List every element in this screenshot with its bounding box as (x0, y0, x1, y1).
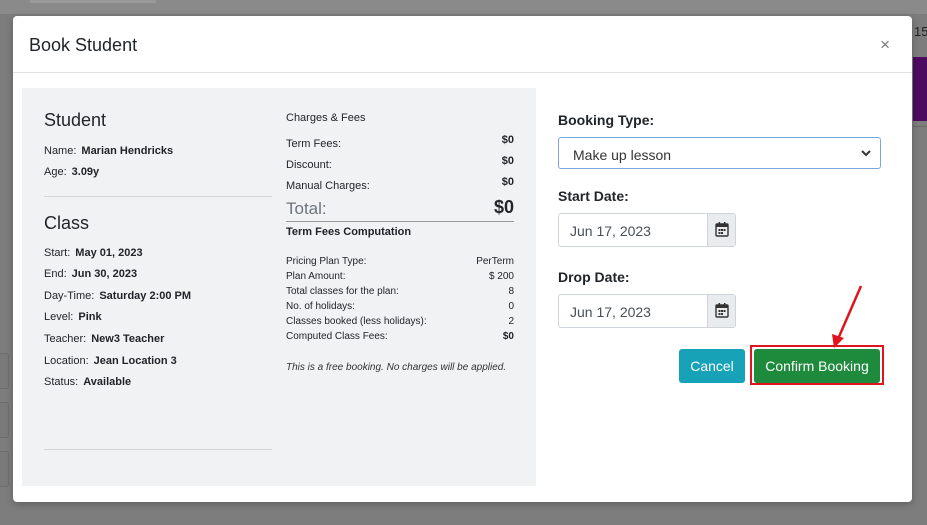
student-name: Name: Marian Hendricks (44, 145, 173, 157)
plan-row-label: Total classes for the plan: (286, 286, 399, 297)
divider (44, 449, 272, 450)
class-location-label: Location: (44, 355, 89, 367)
class-start-label: Start: (44, 247, 71, 259)
pricing-plan-type-row: Pricing Plan Type: PerTerm (286, 256, 514, 271)
student-heading: Student (44, 110, 107, 130)
holidays-row: No. of holidays: 0 (286, 301, 514, 316)
plan-amount-row: Plan Amount: $ 200 (286, 271, 514, 286)
calendar-icon[interactable] (707, 295, 735, 327)
computation-heading: Term Fees Computation (286, 226, 412, 238)
computed-fees-row: Computed Class Fees: $0 (286, 331, 514, 346)
summary-panel: Student Name: Marian Hendricks Age: 3.09y … (22, 88, 536, 486)
class-status: Status: Available (44, 376, 131, 388)
class-teacher-label: Teacher: (44, 333, 87, 345)
discount-value: $0 (501, 155, 514, 167)
class-day-time-value: Saturday 2:00 PM (99, 290, 192, 302)
drop-date-value: Jun 17, 2023 (570, 304, 651, 320)
booking-type-select[interactable]: Make up lesson (558, 137, 881, 169)
calendar-icon[interactable] (707, 214, 735, 246)
discount-label: Discount: (286, 159, 332, 171)
class-level-label: Level: (44, 311, 74, 323)
modal-header: Book Student × (13, 16, 912, 73)
plan-row-value: 8 (508, 286, 514, 297)
term-fees-value: $0 (501, 134, 514, 146)
plan-row-label: Plan Amount: (286, 271, 346, 282)
total-value: $0 (493, 197, 514, 217)
start-date-value: Jun 17, 2023 (570, 223, 651, 239)
class-end-label: End: (44, 268, 67, 280)
class-end: End: Jun 30, 2023 (44, 268, 137, 280)
student-name-label: Name: (44, 145, 77, 157)
class-location-value: Jean Location 3 (93, 355, 177, 367)
background-event-block (913, 57, 927, 121)
term-fees-row: Term Fees: $0 (286, 134, 514, 155)
drop-date-input[interactable]: Jun 17, 2023 (558, 294, 736, 328)
class-day-time-label: Day-Time: (44, 290, 95, 302)
background-side-tab (0, 402, 9, 438)
background-tab (30, 0, 156, 3)
class-day-time: Day-Time: Saturday 2:00 PM (44, 290, 191, 302)
class-heading: Class (44, 213, 90, 233)
charges-heading: Charges & Fees (286, 112, 366, 124)
cancel-button[interactable]: Cancel (679, 349, 745, 383)
confirm-booking-button[interactable]: Confirm Booking (754, 349, 880, 383)
plan-row-label: Pricing Plan Type: (286, 256, 367, 267)
background-side-tab (0, 451, 9, 487)
manual-charges-label: Manual Charges: (286, 180, 370, 192)
class-status-value: Available (83, 376, 132, 388)
student-age: Age: 3.09y (44, 166, 99, 178)
class-end-value: Jun 30, 2023 (71, 268, 138, 280)
total-row: Total: $0 (286, 197, 514, 222)
student-name-value: Marian Hendricks (81, 145, 174, 157)
class-location: Location: Jean Location 3 (44, 355, 177, 367)
student-age-value: 3.09y (71, 166, 100, 178)
total-label: Total: (286, 199, 327, 218)
plan-row-label: Computed Class Fees: (286, 331, 388, 342)
background-number: 15 (914, 24, 927, 39)
plan-row-value: 0 (508, 301, 514, 312)
start-date-input[interactable]: Jun 17, 2023 (558, 213, 736, 247)
plan-row-value: PerTerm (476, 256, 514, 267)
chevron-down-icon (860, 144, 872, 167)
modal-title: Book Student (29, 35, 138, 55)
total-classes-row: Total classes for the plan: 8 (286, 286, 514, 301)
plan-row-label: No. of holidays: (286, 301, 355, 312)
plan-row-label: Classes booked (less holidays): (286, 316, 427, 327)
annotation-arrow-icon (832, 285, 863, 348)
term-fees-label: Term Fees: (286, 138, 342, 150)
plan-row-value: 2 (508, 316, 514, 327)
manual-charges-value: $0 (501, 176, 514, 188)
background-divider (913, 126, 927, 127)
free-booking-note: This is a free booking. No charges will … (286, 362, 507, 373)
class-start-value: May 01, 2023 (75, 247, 143, 259)
divider (44, 196, 272, 197)
classes-booked-row: Classes booked (less holidays): 2 (286, 316, 514, 331)
class-start: Start: May 01, 2023 (44, 247, 143, 259)
class-level-value: Pink (78, 311, 102, 323)
class-teacher: Teacher: New3 Teacher (44, 333, 164, 345)
background-side-tab (0, 353, 9, 389)
drop-date-label: Drop Date: (558, 269, 630, 285)
class-level: Level: Pink (44, 311, 102, 323)
discount-row: Discount: $0 (286, 155, 514, 176)
start-date-label: Start Date: (558, 188, 629, 204)
close-icon[interactable]: × (880, 35, 890, 55)
booking-type-value: Make up lesson (573, 147, 672, 163)
plan-row-value: $ 200 (488, 271, 514, 282)
plan-row-value: $0 (502, 331, 514, 342)
student-age-label: Age: (44, 166, 67, 178)
class-teacher-value: New3 Teacher (91, 333, 165, 345)
class-status-label: Status: (44, 376, 79, 388)
manual-charges-row: Manual Charges: $0 (286, 176, 514, 197)
charges-list: Term Fees: $0 Discount: $0 Manual Charge… (286, 134, 514, 375)
booking-type-label: Booking Type: (558, 112, 655, 128)
